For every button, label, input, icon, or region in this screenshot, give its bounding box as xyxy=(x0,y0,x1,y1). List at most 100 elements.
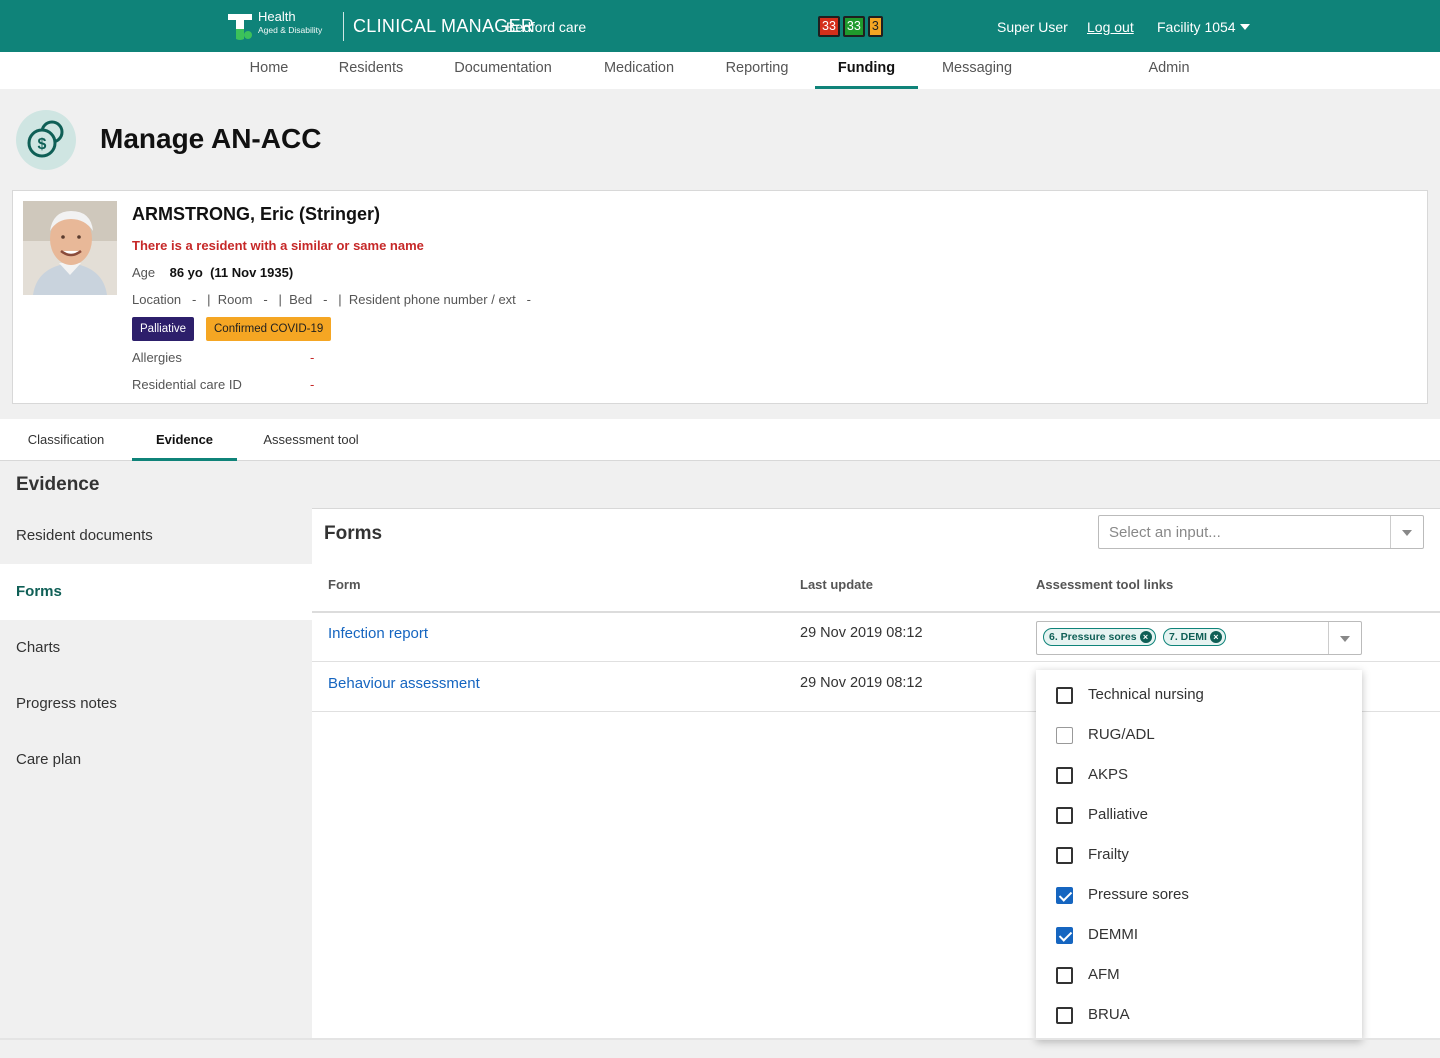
room-value: - xyxy=(263,292,268,307)
checkbox-checked[interactable] xyxy=(1056,887,1073,904)
sidebar-item-forms[interactable]: Forms xyxy=(0,564,312,620)
checkbox[interactable] xyxy=(1056,847,1073,864)
evidence-title: Evidence xyxy=(16,474,100,495)
nav-messaging[interactable]: Messaging xyxy=(935,52,1019,89)
checkbox[interactable] xyxy=(1056,967,1073,984)
form-link-infection-report[interactable]: Infection report xyxy=(328,625,428,642)
sidebar-item-resident-documents[interactable]: Resident documents xyxy=(0,508,312,564)
logout-link[interactable]: Log out xyxy=(1087,19,1134,35)
sidebar-item-care-plan[interactable]: Care plan xyxy=(0,732,312,788)
tab-classification[interactable]: Classification xyxy=(16,419,116,461)
phone-value: - xyxy=(526,292,531,307)
option-technical-nursing[interactable]: Technical nursing xyxy=(1036,675,1362,715)
page-bottom-divider xyxy=(0,1038,1440,1040)
main-nav: Home Residents Documentation Medication … xyxy=(0,52,1440,89)
alert-counters: 33 33 3 xyxy=(818,16,883,37)
alert-counter-green[interactable]: 33 xyxy=(842,16,865,37)
nav-documentation[interactable]: Documentation xyxy=(445,52,561,89)
option-label: AFM xyxy=(1088,966,1120,983)
checkbox-checked[interactable] xyxy=(1056,927,1073,944)
sidebar-item-charts[interactable]: Charts xyxy=(0,620,312,676)
last-update-cell: 29 Nov 2019 08:12 xyxy=(800,625,923,641)
option-label: Palliative xyxy=(1088,806,1149,823)
bed-label: Bed xyxy=(289,292,313,307)
bed-value: - xyxy=(323,292,328,307)
option-label: Frailty xyxy=(1088,846,1129,863)
link-chip: 7. DEMI × xyxy=(1163,628,1226,646)
assessment-links-select[interactable]: 6. Pressure sores × 7. DEMI × xyxy=(1036,621,1362,655)
option-akps[interactable]: AKPS xyxy=(1036,755,1362,795)
table-header-divider xyxy=(312,611,1440,613)
funding-tabs: Classification Evidence Assessment tool xyxy=(0,419,1440,461)
age-label: Age xyxy=(132,265,156,280)
chevron-down-icon[interactable] xyxy=(1402,530,1412,536)
select-divider xyxy=(1390,516,1391,548)
tab-assessment-tool[interactable]: Assessment tool xyxy=(252,419,370,461)
sidebar-item-progress-notes[interactable]: Progress notes xyxy=(0,676,312,732)
option-rug-adl[interactable]: RUG/ADL xyxy=(1036,715,1362,755)
location-value: - xyxy=(192,292,197,307)
option-afm[interactable]: AFM xyxy=(1036,955,1362,995)
alert-counter-red[interactable]: 33 xyxy=(818,16,840,37)
assessment-links-dropdown: Technical nursing RUG/ADL AKPS Palliativ… xyxy=(1036,670,1362,1040)
resident-photo xyxy=(23,201,117,295)
checkbox[interactable] xyxy=(1056,767,1073,784)
input-filter-select[interactable]: Select an input... xyxy=(1098,515,1424,549)
remove-chip-icon[interactable]: × xyxy=(1209,631,1222,643)
brand-text: Health Aged & Disability xyxy=(258,10,322,35)
nav-reporting[interactable]: Reporting xyxy=(717,52,797,89)
checkbox[interactable] xyxy=(1056,1007,1073,1024)
checkbox[interactable] xyxy=(1056,807,1073,824)
column-header-form: Form xyxy=(328,577,361,592)
alert-counter-amber[interactable]: 3 xyxy=(867,16,883,37)
remove-chip-icon[interactable]: × xyxy=(1139,631,1152,643)
funding-coins-icon: $ xyxy=(16,110,76,170)
nav-residents[interactable]: Residents xyxy=(331,52,411,89)
care-id-row: Residential care ID xyxy=(132,377,242,392)
brand-divider xyxy=(343,12,344,41)
tab-evidence[interactable]: Evidence xyxy=(132,419,237,461)
location-label: Location xyxy=(132,292,182,307)
form-link-behaviour-assessment[interactable]: Behaviour assessment xyxy=(328,675,480,692)
resident-card: ARMSTRONG, Eric (Stringer) There is a re… xyxy=(12,190,1428,404)
column-header-assessment-links: Assessment tool links xyxy=(1036,577,1174,592)
brand-line1: Health xyxy=(258,9,296,24)
option-label: Technical nursing xyxy=(1088,686,1204,703)
resident-name: ARMSTRONG, Eric (Stringer) xyxy=(132,204,381,224)
user-name: Super User xyxy=(997,19,1068,35)
facility-selector[interactable]: Facility 1054 xyxy=(1157,19,1236,35)
option-pressure-sores[interactable]: Pressure sores xyxy=(1036,875,1362,915)
allergies-label: Allergies xyxy=(132,350,182,365)
option-label: BRUA xyxy=(1088,1006,1130,1023)
option-frailty[interactable]: Frailty xyxy=(1036,835,1362,875)
option-label: RUG/ADL xyxy=(1088,726,1155,743)
checkbox[interactable] xyxy=(1056,687,1073,704)
nav-medication[interactable]: Medication xyxy=(596,52,682,89)
phone-label: Resident phone number / ext xyxy=(348,292,516,307)
link-chip: 6. Pressure sores × xyxy=(1043,628,1156,646)
palliative-badge: Palliative xyxy=(132,317,195,341)
care-id-label: Residential care ID xyxy=(132,377,242,392)
nav-funding[interactable]: Funding xyxy=(815,52,918,89)
nav-admin[interactable]: Admin xyxy=(1130,52,1208,89)
forms-title: Forms xyxy=(324,523,383,544)
input-filter-placeholder: Select an input... xyxy=(1109,524,1221,541)
top-bar: Health Aged & Disability CLINICAL MANAGE… xyxy=(0,0,1440,52)
chevron-down-icon[interactable] xyxy=(1240,24,1250,30)
age-value: 86 yo xyxy=(169,265,203,280)
duplicate-name-warning: There is a resident with a similar or sa… xyxy=(132,238,424,253)
checkbox[interactable] xyxy=(1056,727,1073,744)
care-id-value: - xyxy=(310,377,315,392)
option-label: DEMMI xyxy=(1088,926,1138,943)
allergies-row: Allergies xyxy=(132,350,182,365)
option-brua[interactable]: BRUA xyxy=(1036,995,1362,1035)
option-demmi[interactable]: DEMMI xyxy=(1036,915,1362,955)
covid-badge: Confirmed COVID-19 xyxy=(206,317,332,341)
room-label: Room xyxy=(217,292,253,307)
chevron-down-icon[interactable] xyxy=(1340,636,1350,642)
date-of-birth: (11 Nov 1935) xyxy=(210,265,294,280)
site-name: Bedford care xyxy=(506,19,587,35)
option-palliative[interactable]: Palliative xyxy=(1036,795,1362,835)
option-label: Pressure sores xyxy=(1088,886,1189,903)
nav-home[interactable]: Home xyxy=(241,52,297,89)
